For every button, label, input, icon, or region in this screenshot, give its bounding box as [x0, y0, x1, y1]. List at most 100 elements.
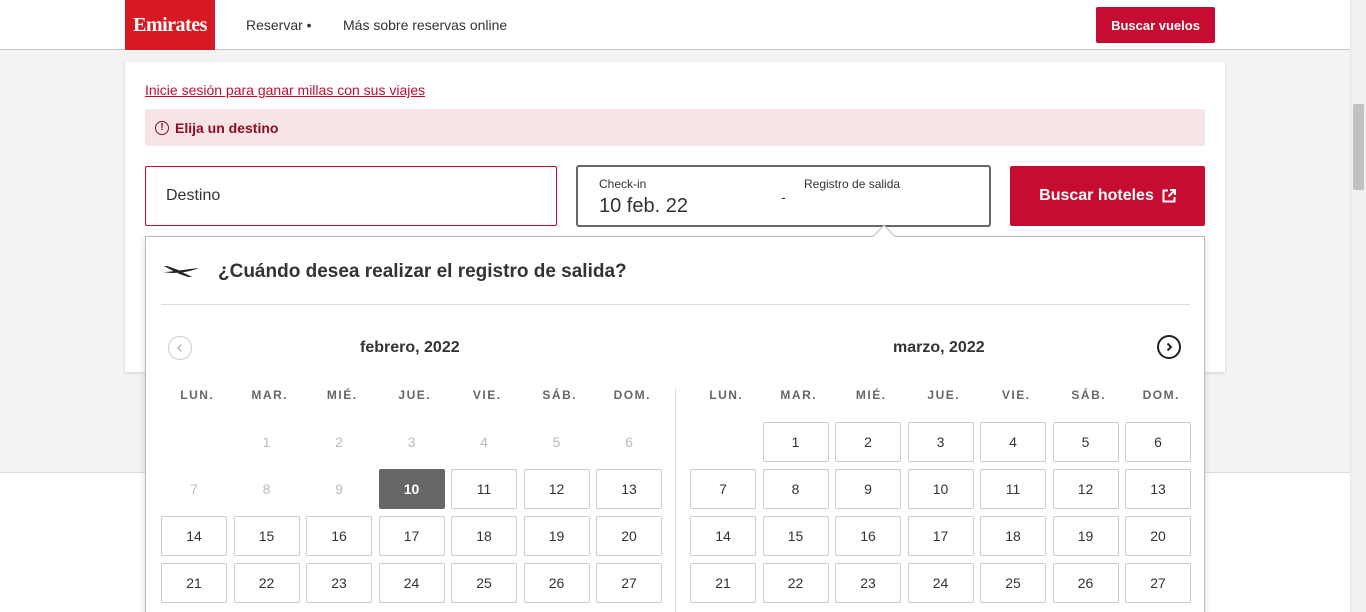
calendar-question: ¿Cuándo desea realizar el registro de sa…: [218, 261, 627, 282]
day-cell[interactable]: 5: [1052, 422, 1119, 462]
chevron-left-icon: [176, 343, 183, 353]
day-cell[interactable]: 20: [596, 516, 662, 556]
day-cell[interactable]: 27: [596, 563, 662, 603]
day-cell-empty: [690, 422, 756, 462]
day-cell[interactable]: 13: [1125, 469, 1191, 509]
top-navigation-bar: Emirates Reservar • Más sobre reservas o…: [0, 0, 1350, 50]
day-cell[interactable]: 14: [690, 516, 756, 556]
day-cell: 3: [407, 434, 416, 450]
day-cell[interactable]: 19: [1052, 516, 1119, 556]
day-cell[interactable]: 19: [523, 516, 590, 556]
day-cell[interactable]: 6: [1125, 422, 1191, 462]
checkout-label[interactable]: Registro de salida: [804, 177, 900, 191]
weekday-label: MAR.: [251, 388, 289, 402]
day-cell[interactable]: 26: [523, 563, 590, 603]
day-cell[interactable]: 18: [451, 516, 517, 556]
alert-circle-icon: !: [155, 120, 169, 135]
day-cell[interactable]: 17: [907, 516, 974, 556]
next-month-button[interactable]: [1157, 335, 1181, 359]
day-cell[interactable]: 12: [523, 469, 590, 509]
weekday-label: JUE.: [927, 388, 961, 402]
weekday-label: JUE.: [398, 388, 432, 402]
buscar-vuelos-button[interactable]: Buscar vuelos: [1096, 7, 1215, 43]
nav-mas-sobre-reservas[interactable]: Más sobre reservas online: [343, 17, 507, 33]
day-cell[interactable]: 11: [980, 469, 1046, 509]
day-cell[interactable]: 11: [451, 469, 517, 509]
external-link-icon: [1162, 189, 1176, 203]
weekday-label: VIE.: [1001, 388, 1031, 402]
day-cell[interactable]: 16: [835, 516, 901, 556]
day-cell[interactable]: 21: [690, 563, 756, 603]
day-cell[interactable]: 22: [762, 563, 829, 603]
day-cell-empty: [161, 422, 227, 462]
alert-message: Elija un destino: [175, 119, 279, 136]
destination-input[interactable]: Destino: [145, 166, 557, 226]
day-cell: 1: [262, 434, 271, 450]
weekday-label: MIÉ.: [855, 388, 887, 402]
plane-icon: [163, 266, 199, 277]
weekday-label: LUN.: [180, 388, 215, 402]
february-day-grid: 1 2 3 4 5 6 7 8 9 10 11 12 13 14 15 16 17 18 19 20 21 22 23 24 2…: [161, 422, 662, 603]
day-cell-selected: 10: [378, 469, 445, 509]
day-cell[interactable]: 25: [451, 563, 517, 603]
day-cell: 4: [480, 434, 488, 450]
march-day-grid: 1 2 3 4 5 6 7 8 9 10 11 12 13 14 15 16 17 18 19 20 21 22 23 24 2…: [690, 422, 1191, 603]
weekday-label: MIÉ.: [326, 388, 358, 402]
day-cell: 7: [190, 481, 198, 497]
destination-error-alert: ! Elija un destino: [145, 109, 1205, 146]
prev-month-button[interactable]: [168, 336, 192, 360]
destination-placeholder: Destino: [166, 187, 221, 204]
day-cell[interactable]: 7: [690, 469, 756, 509]
weekday-label: MAR.: [780, 388, 818, 402]
buscar-hoteles-button[interactable]: Buscar hoteles: [1010, 166, 1205, 226]
day-cell[interactable]: 26: [1052, 563, 1119, 603]
day-cell[interactable]: 25: [980, 563, 1046, 603]
weekday-header-march: LUN. MAR. MIÉ. JUE. VIE. SÁB. DOM.: [690, 388, 1198, 402]
day-cell: 5: [552, 434, 561, 450]
day-cell[interactable]: 12: [1052, 469, 1119, 509]
day-cell[interactable]: 1: [762, 422, 829, 462]
checkin-value[interactable]: 10 feb. 22: [599, 195, 688, 218]
day-cell[interactable]: 10: [907, 469, 974, 509]
buscar-hoteles-label: Buscar hoteles: [1039, 187, 1154, 204]
date-range-field[interactable]: Check-in 10 feb. 22 - Registro de salida: [577, 166, 990, 226]
day-cell[interactable]: 23: [835, 563, 901, 603]
day-cell[interactable]: 24: [907, 563, 974, 603]
day-cell[interactable]: 14: [161, 516, 227, 556]
day-cell: 9: [335, 481, 343, 497]
day-cell: 8: [262, 481, 271, 497]
day-cell[interactable]: 21: [161, 563, 227, 603]
date-separator: -: [781, 189, 786, 205]
weekday-label: DOM.: [1142, 388, 1180, 402]
day-cell[interactable]: 20: [1125, 516, 1191, 556]
day-cell[interactable]: 4: [980, 422, 1046, 462]
emirates-logo[interactable]: Emirates: [125, 0, 215, 50]
day-cell[interactable]: 27: [1125, 563, 1191, 603]
scrollbar-thumb[interactable]: [1353, 104, 1364, 190]
day-cell[interactable]: 17: [378, 516, 445, 556]
day-cell[interactable]: 2: [835, 422, 901, 462]
day-cell[interactable]: 13: [596, 469, 662, 509]
day-cell[interactable]: 8: [762, 469, 829, 509]
signin-link[interactable]: Inicie sesión para ganar millas con sus …: [145, 82, 425, 98]
day-cell[interactable]: 9: [835, 469, 901, 509]
day-cell[interactable]: 24: [378, 563, 445, 603]
day-cell[interactable]: 3: [907, 422, 974, 462]
weekday-label: SÁB.: [1071, 388, 1107, 402]
page-scrollbar[interactable]: [1350, 0, 1366, 612]
day-cell[interactable]: 23: [306, 563, 372, 603]
nav-reservar[interactable]: Reservar •: [246, 17, 312, 33]
day-cell[interactable]: 22: [233, 563, 300, 603]
day-cell[interactable]: 15: [233, 516, 300, 556]
day-cell[interactable]: 18: [980, 516, 1046, 556]
month-title-february: febrero, 2022: [360, 339, 460, 356]
day-cell: 6: [625, 434, 633, 450]
weekday-label: LUN.: [709, 388, 744, 402]
day-cell[interactable]: 16: [306, 516, 372, 556]
weekday-label: VIE.: [472, 388, 502, 402]
weekday-label: SÁB.: [542, 388, 578, 402]
calendar-divider: [161, 304, 1190, 305]
checkout-calendar-popup: ¿Cuándo desea realizar el registro de sa…: [145, 236, 1205, 612]
day-cell[interactable]: 15: [762, 516, 829, 556]
day-cell: 2: [335, 434, 343, 450]
